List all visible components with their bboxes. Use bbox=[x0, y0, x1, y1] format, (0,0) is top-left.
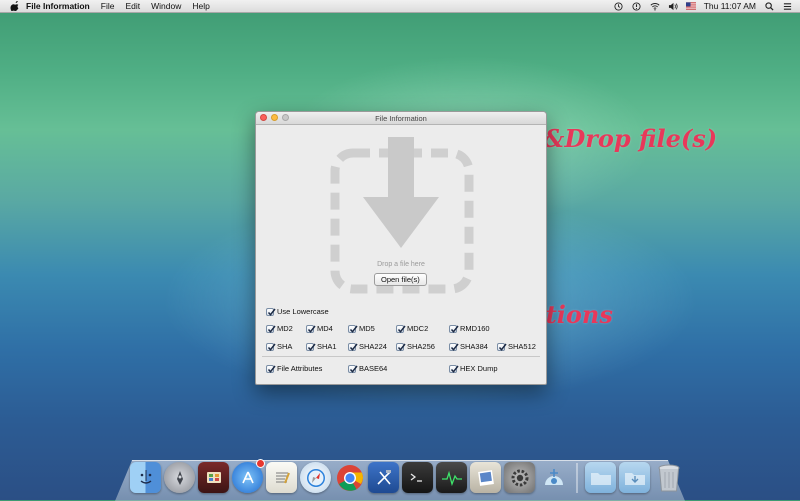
checkbox-label: RMD160 bbox=[460, 324, 490, 333]
checkbox-label: File Attributes bbox=[277, 364, 323, 373]
checkbox-label: SHA224 bbox=[359, 342, 387, 351]
xcode-icon[interactable] bbox=[368, 462, 399, 493]
checkbox-label: Use Lowercase bbox=[277, 307, 329, 316]
safari-icon[interactable] bbox=[300, 462, 331, 493]
sha512-checkbox[interactable]: SHA512 bbox=[497, 342, 536, 351]
system-preferences-icon[interactable] bbox=[504, 462, 535, 493]
checkbox-label: SHA256 bbox=[407, 342, 435, 351]
network-utility-icon[interactable] bbox=[538, 462, 569, 493]
iphoto-icon[interactable] bbox=[470, 462, 501, 493]
checkbox-box[interactable] bbox=[449, 342, 459, 351]
app-store-icon[interactable] bbox=[232, 459, 265, 493]
time-machine-icon[interactable] bbox=[614, 1, 624, 11]
volume-icon[interactable] bbox=[668, 1, 678, 11]
wifi-icon[interactable] bbox=[650, 1, 660, 11]
window-titlebar[interactable]: File Information bbox=[256, 112, 546, 125]
terminal-icon[interactable] bbox=[402, 462, 433, 493]
md5-checkbox[interactable]: MD5 bbox=[348, 324, 375, 333]
chrome-icon[interactable] bbox=[334, 462, 365, 493]
menu-app-name[interactable]: File Information bbox=[26, 0, 90, 12]
file-attributes-checkbox[interactable]: File Attributes bbox=[266, 364, 322, 373]
checkbox-label: MD2 bbox=[277, 324, 293, 333]
menubar-clock[interactable]: Thu 11:07 AM bbox=[704, 1, 756, 11]
sha1-checkbox[interactable]: SHA1 bbox=[306, 342, 337, 351]
checkbox-box[interactable] bbox=[266, 364, 276, 373]
menu-bar: File Information File Edit Window Help T… bbox=[0, 0, 800, 13]
base64-checkbox[interactable]: BASE64 bbox=[348, 364, 387, 373]
md4-checkbox[interactable]: MD4 bbox=[306, 324, 333, 333]
checkbox-box[interactable] bbox=[348, 324, 358, 333]
menu-help[interactable]: Help bbox=[192, 0, 209, 12]
flag-icon[interactable] bbox=[685, 1, 696, 11]
checkbox-box[interactable] bbox=[396, 324, 406, 333]
file-information-window: File Information Drop a file here Open f… bbox=[255, 111, 547, 385]
menu-edit[interactable]: Edit bbox=[125, 0, 140, 12]
checkbox-box[interactable] bbox=[306, 342, 316, 351]
textedit-icon[interactable] bbox=[266, 462, 297, 493]
checkbox-label: MD5 bbox=[359, 324, 375, 333]
list-icon[interactable] bbox=[782, 1, 792, 11]
drop-zone[interactable]: Drop a file here Open file(s) bbox=[256, 125, 546, 305]
sha224-checkbox[interactable]: SHA224 bbox=[348, 342, 387, 351]
checkbox-box[interactable] bbox=[348, 342, 358, 351]
checkbox-label: SHA512 bbox=[508, 342, 536, 351]
checkbox-label: MD4 bbox=[317, 324, 333, 333]
checkbox-box[interactable] bbox=[266, 324, 276, 333]
checkbox-label: MDC2 bbox=[407, 324, 429, 333]
mdc2-checkbox[interactable]: MDC2 bbox=[396, 324, 428, 333]
minimize-button[interactable] bbox=[271, 114, 278, 121]
checkbox-label: HEX Dump bbox=[460, 364, 498, 373]
search-icon[interactable] bbox=[764, 1, 774, 11]
downloads-folder-icon[interactable] bbox=[619, 462, 650, 493]
menu-file[interactable]: File bbox=[101, 0, 115, 12]
sha256-checkbox[interactable]: SHA256 bbox=[396, 342, 435, 351]
dock bbox=[130, 455, 684, 493]
md2-checkbox[interactable]: MD2 bbox=[266, 324, 293, 333]
checkbox-label: SHA1 bbox=[317, 342, 337, 351]
checkbox-box[interactable] bbox=[348, 364, 358, 373]
window-controls bbox=[260, 114, 289, 121]
sha384-checkbox[interactable]: SHA384 bbox=[449, 342, 488, 351]
activity-monitor-icon[interactable] bbox=[436, 462, 467, 493]
menu-window[interactable]: Window bbox=[151, 0, 181, 12]
launchpad-icon[interactable] bbox=[164, 462, 195, 493]
checkbox-box[interactable] bbox=[266, 307, 276, 316]
checkbox-label: SHA384 bbox=[460, 342, 488, 351]
apple-menu-icon[interactable] bbox=[9, 1, 20, 12]
checkbox-box[interactable] bbox=[449, 324, 459, 333]
open-files-button[interactable]: Open file(s) bbox=[374, 273, 427, 286]
notification-badge bbox=[256, 459, 265, 468]
checkbox-box[interactable] bbox=[449, 364, 459, 373]
alert-icon[interactable] bbox=[632, 1, 642, 11]
dock-separator bbox=[576, 463, 578, 493]
finder-icon[interactable] bbox=[130, 462, 161, 493]
photo-booth-icon[interactable] bbox=[198, 462, 229, 493]
zoom-button[interactable] bbox=[282, 114, 289, 121]
hex-dump-checkbox[interactable]: HEX Dump bbox=[449, 364, 498, 373]
checkbox-box[interactable] bbox=[396, 342, 406, 351]
options-divider bbox=[262, 356, 540, 357]
checkbox-label: BASE64 bbox=[359, 364, 388, 373]
applications-folder-icon[interactable] bbox=[585, 462, 616, 493]
drop-hint-text: Drop a file here bbox=[377, 261, 425, 268]
rmd160-checkbox[interactable]: RMD160 bbox=[449, 324, 490, 333]
close-button[interactable] bbox=[260, 114, 267, 121]
use-lowercase-checkbox[interactable]: Use Lowercase bbox=[266, 307, 329, 316]
sha-checkbox[interactable]: SHA bbox=[266, 342, 292, 351]
checkbox-box[interactable] bbox=[306, 324, 316, 333]
window-title: File Information bbox=[375, 113, 427, 123]
checkbox-label: SHA bbox=[277, 342, 293, 351]
checkbox-box[interactable] bbox=[497, 342, 507, 351]
trash-icon[interactable] bbox=[653, 462, 684, 493]
checkbox-box[interactable] bbox=[266, 342, 276, 351]
status-area: Thu 11:07 AM bbox=[614, 1, 800, 11]
